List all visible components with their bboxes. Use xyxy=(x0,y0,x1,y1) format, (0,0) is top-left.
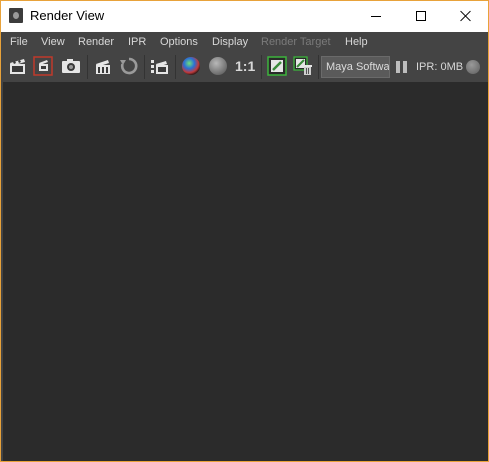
window-title: Render View xyxy=(30,8,105,23)
remove-image-icon[interactable] xyxy=(293,56,313,76)
menu-bar: File View Render IPR Options Display Ren… xyxy=(1,32,488,52)
toolbar-separator xyxy=(318,55,319,79)
toolbar: 1:1 Maya Softwa IPR: 0MB xyxy=(1,52,488,82)
title-bar: Render View xyxy=(1,1,488,32)
alpha-channel-icon[interactable] xyxy=(208,56,228,76)
maximize-button[interactable] xyxy=(398,1,443,31)
toolbar-separator xyxy=(144,55,145,79)
toolbar-separator xyxy=(261,55,262,79)
maya-app-icon xyxy=(9,8,23,23)
pause-ipr-icon[interactable] xyxy=(396,61,407,73)
menu-file[interactable]: File xyxy=(10,36,28,48)
menu-ipr[interactable]: IPR xyxy=(128,36,146,48)
menu-options[interactable]: Options xyxy=(160,36,198,48)
snapshot-camera-icon[interactable] xyxy=(61,56,81,76)
rgb-channels-icon[interactable] xyxy=(181,56,201,76)
close-button[interactable] xyxy=(443,1,488,31)
menu-render[interactable]: Render xyxy=(78,36,114,48)
menu-view[interactable]: View xyxy=(41,36,65,48)
keep-image-icon[interactable] xyxy=(267,56,287,76)
minimize-button[interactable] xyxy=(353,1,398,31)
menu-display[interactable]: Display xyxy=(212,36,248,48)
refresh-ipr-icon[interactable] xyxy=(119,56,139,76)
toolbar-separator xyxy=(175,55,176,79)
maximize-icon xyxy=(415,11,426,21)
toolbar-separator xyxy=(87,55,88,79)
render-region-icon[interactable] xyxy=(33,56,53,76)
minimize-icon xyxy=(370,15,381,17)
menu-render-target: Render Target xyxy=(261,36,331,48)
ipr-memory-label: IPR: 0MB xyxy=(416,61,464,73)
redo-render-icon[interactable] xyxy=(8,56,28,76)
menu-help[interactable]: Help xyxy=(345,36,368,48)
render-sequence-icon[interactable] xyxy=(150,56,170,76)
renderer-select[interactable]: Maya Softwa xyxy=(321,56,390,78)
close-icon xyxy=(460,10,472,22)
real-size-button[interactable]: 1:1 xyxy=(235,58,255,74)
ipr-status-icon xyxy=(466,60,480,74)
render-canvas[interactable] xyxy=(3,82,488,461)
ipr-render-icon[interactable] xyxy=(93,56,113,76)
render-view-window: Render View File View Render IPR Options… xyxy=(0,0,489,462)
